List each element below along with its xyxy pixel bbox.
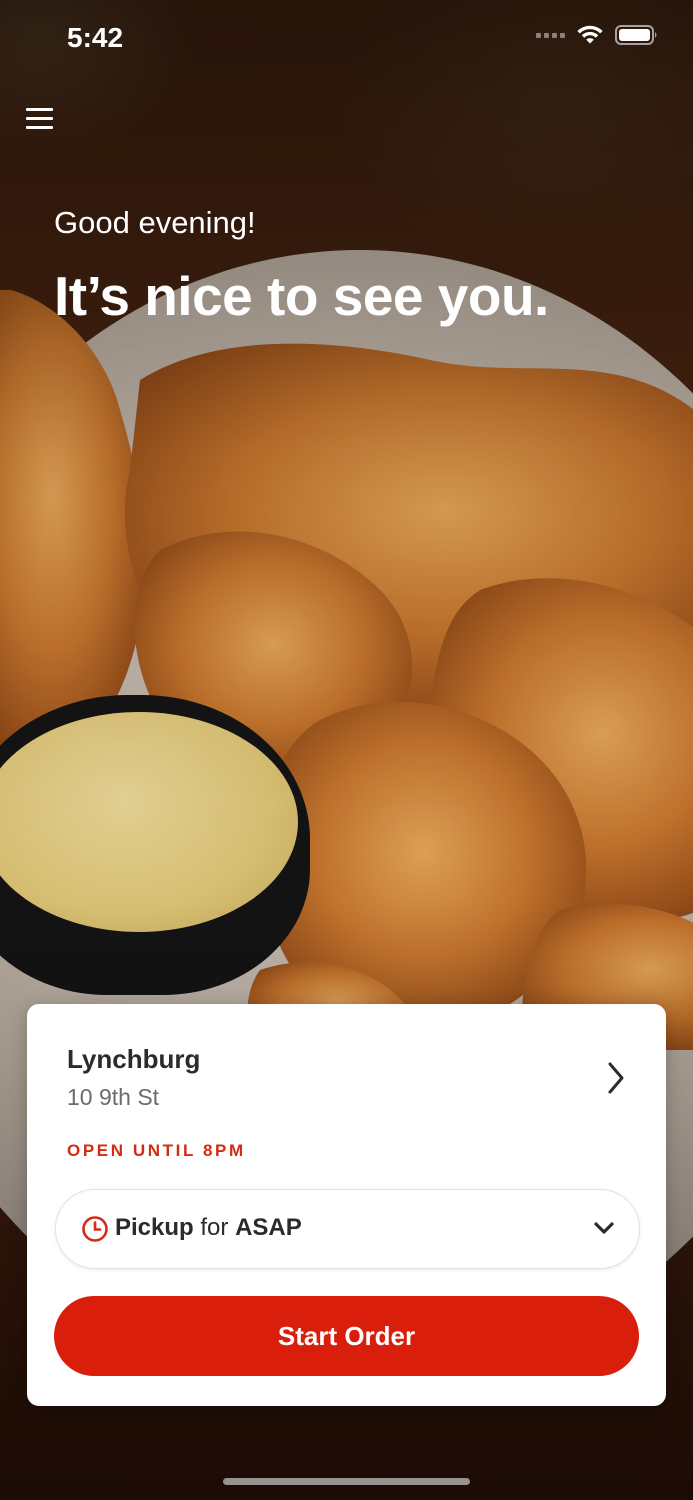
location-address: 10 9th St: [67, 1084, 160, 1110]
chevron-down-icon[interactable]: [593, 1219, 615, 1237]
start-order-button[interactable]: Start Order: [54, 1296, 639, 1376]
pickup-time-dropdown[interactable]: Pickup for ASAP: [55, 1189, 640, 1269]
status-bar: 5:42: [0, 0, 693, 80]
order-mode-label: Pickup: [115, 1214, 194, 1241]
battery-icon: [615, 25, 657, 45]
order-mode-connector: for: [200, 1214, 229, 1241]
chevron-right-icon[interactable]: [603, 1060, 629, 1096]
home-indicator[interactable]: [223, 1478, 470, 1485]
hamburger-menu-icon[interactable]: [26, 104, 56, 134]
location-selector[interactable]: Lynchburg 10 9th St: [27, 1004, 666, 1134]
status-icons: [536, 24, 659, 46]
location-name: Lynchburg: [67, 1044, 201, 1074]
pickup-summary: Pickup for ASAP: [115, 1214, 302, 1242]
open-status-label: OPEN UNTIL 8PM: [67, 1141, 246, 1160]
cellular-signal-icon: [536, 32, 565, 38]
clock-icon: [82, 1216, 108, 1242]
order-card: Lynchburg 10 9th St OPEN UNTIL 8PM Picku…: [27, 1004, 666, 1406]
order-time-label: ASAP: [235, 1214, 302, 1241]
greeting-text: Good evening!: [54, 205, 256, 240]
wifi-icon: [577, 25, 603, 44]
status-time: 5:42: [67, 22, 124, 53]
page-title: It’s nice to see you.: [54, 265, 549, 327]
